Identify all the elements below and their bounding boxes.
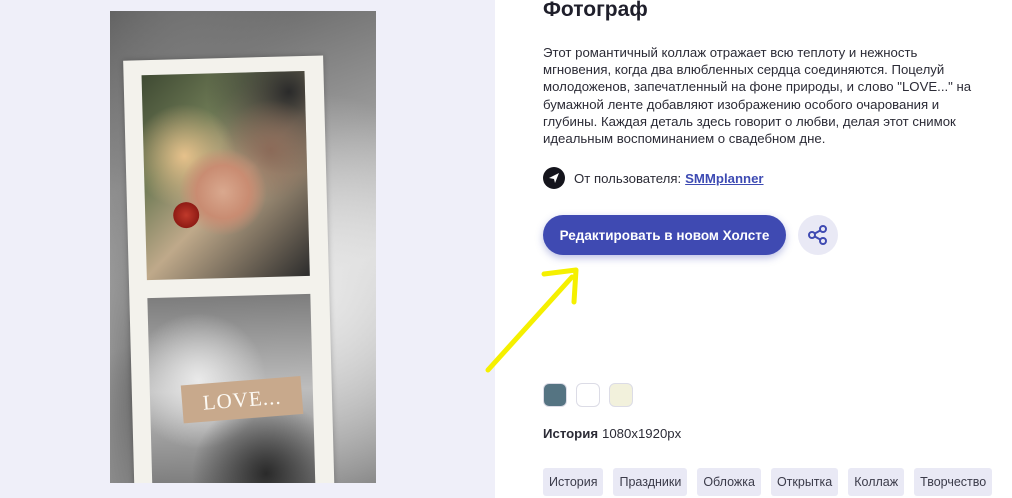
template-preview-image[interactable]: LOVE... (110, 11, 376, 483)
color-palette (543, 383, 633, 407)
yellow-arrow-icon (485, 267, 579, 373)
tag-list: История Праздники Обложка Открытка Колла… (543, 468, 993, 496)
format-size: 1080x1920px (602, 426, 682, 441)
tag-item[interactable]: Праздники (613, 468, 688, 496)
author-prefix: От пользователя: (574, 170, 682, 186)
author-link[interactable]: SMMplanner (685, 171, 763, 186)
rose-decoration (172, 201, 200, 229)
tag-item[interactable]: Творчество (914, 468, 993, 496)
kiss-photo (141, 70, 310, 281)
format-type: История (543, 426, 599, 441)
author-avatar (543, 167, 565, 189)
tag-item[interactable]: Коллаж (848, 468, 905, 496)
color-swatch[interactable] (543, 383, 567, 407)
tag-item[interactable]: История (543, 468, 604, 496)
format-info: История 1080x1920px (543, 426, 681, 441)
veil-photo: LOVE... (147, 293, 316, 483)
edit-in-new-canvas-button[interactable]: Редактировать в новом Холсте (543, 215, 786, 255)
share-button[interactable] (798, 215, 838, 255)
tag-item[interactable]: Открытка (770, 468, 839, 496)
page-title: Фотограф (543, 0, 648, 21)
author-row: От пользователя: SMMplanner (543, 167, 764, 189)
love-tape-label: LOVE... (180, 376, 304, 424)
tag-item[interactable]: Обложка (697, 468, 761, 496)
photo-strip: LOVE... (123, 55, 335, 483)
preview-panel: LOVE... (0, 0, 495, 498)
color-swatch[interactable] (609, 383, 633, 407)
send-arrow-icon (549, 173, 559, 183)
template-description: Этот романтичный коллаж отражает всю теп… (543, 45, 972, 147)
share-icon (808, 225, 827, 245)
color-swatch[interactable] (576, 383, 600, 407)
